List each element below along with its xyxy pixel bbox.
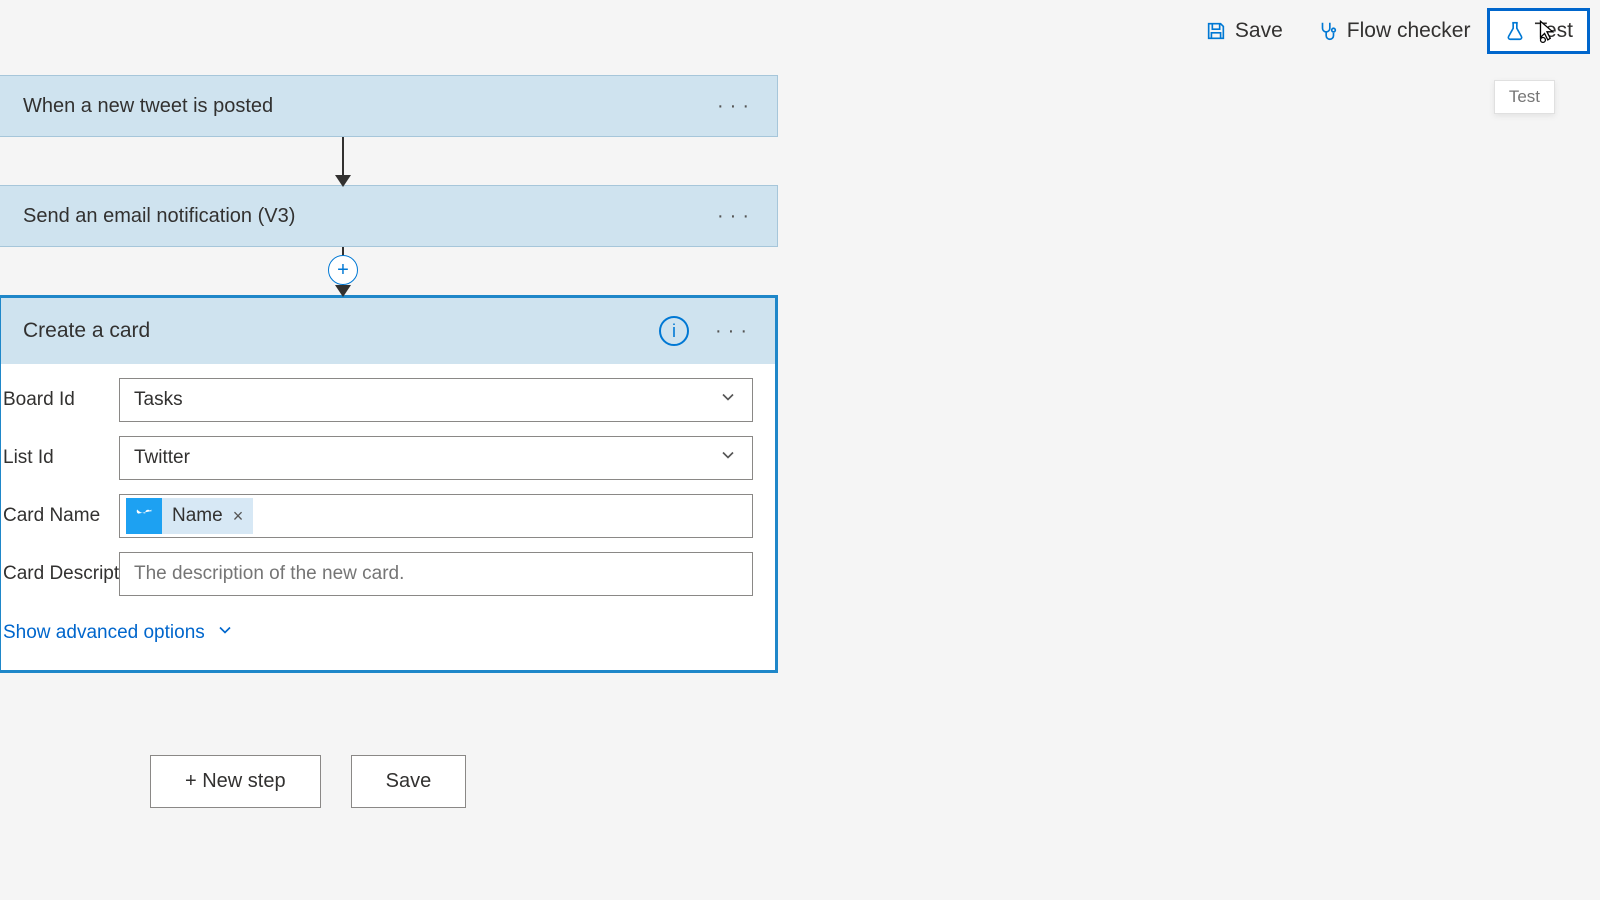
twitter-icon xyxy=(126,498,162,534)
new-step-button[interactable]: + New step xyxy=(150,755,321,808)
flask-icon xyxy=(1504,20,1526,42)
action2-header[interactable]: Create a card i ··· xyxy=(1,298,775,364)
save-icon xyxy=(1205,20,1227,42)
info-icon[interactable]: i xyxy=(659,316,689,346)
action2-title: Create a card xyxy=(23,319,150,343)
connector xyxy=(0,137,778,185)
flow-checker-button[interactable]: Flow checker xyxy=(1300,8,1488,54)
connector-add: + xyxy=(0,247,778,295)
chevron-down-icon xyxy=(215,620,235,646)
desc-input-wrap xyxy=(119,552,753,596)
flow-canvas: When a new tweet is posted ··· Send an e… xyxy=(0,75,780,673)
token-label: Name xyxy=(172,505,223,527)
action1-card[interactable]: Send an email notification (V3) ··· xyxy=(0,185,778,247)
trigger-title: When a new tweet is posted xyxy=(21,95,273,118)
ellipsis-icon[interactable]: ··· xyxy=(707,320,753,343)
advanced-options-toggle[interactable]: Show advanced options xyxy=(1,610,753,660)
action2-form: Board Id Tasks List Id Twitter xyxy=(1,364,775,670)
save-flow-button[interactable]: Save xyxy=(351,755,467,808)
test-tooltip: Test xyxy=(1494,80,1555,114)
stethoscope-icon xyxy=(1317,20,1339,42)
chevron-down-icon xyxy=(718,387,738,413)
remove-token-icon[interactable]: × xyxy=(233,506,244,527)
desc-label: Card Description xyxy=(1,563,119,585)
save-label: Save xyxy=(1235,19,1283,43)
desc-input[interactable] xyxy=(134,563,738,585)
chevron-down-icon xyxy=(718,445,738,471)
list-label: List Id xyxy=(1,447,119,469)
board-label: Board Id xyxy=(1,389,119,411)
ellipsis-icon[interactable]: ··· xyxy=(709,205,755,228)
name-input[interactable]: Name × xyxy=(119,494,753,538)
board-value: Tasks xyxy=(134,389,183,411)
dynamic-token[interactable]: Name × xyxy=(126,498,253,534)
name-label: Card Name xyxy=(1,505,119,527)
top-toolbar: Save Flow checker Test xyxy=(1188,8,1590,54)
bottom-actions: + New step Save xyxy=(150,755,466,808)
advanced-options-label: Show advanced options xyxy=(3,622,205,644)
action1-title: Send an email notification (V3) xyxy=(21,205,295,228)
trigger-card[interactable]: When a new tweet is posted ··· xyxy=(0,75,778,137)
board-select[interactable]: Tasks xyxy=(119,378,753,422)
action2-card: Create a card i ··· Board Id Tasks List … xyxy=(0,295,778,673)
add-step-button[interactable]: + xyxy=(328,255,358,285)
save-button[interactable]: Save xyxy=(1188,8,1300,54)
cursor-icon xyxy=(1534,18,1560,44)
flow-checker-label: Flow checker xyxy=(1347,19,1471,43)
list-select[interactable]: Twitter xyxy=(119,436,753,480)
list-value: Twitter xyxy=(134,447,190,469)
ellipsis-icon[interactable]: ··· xyxy=(709,95,755,118)
